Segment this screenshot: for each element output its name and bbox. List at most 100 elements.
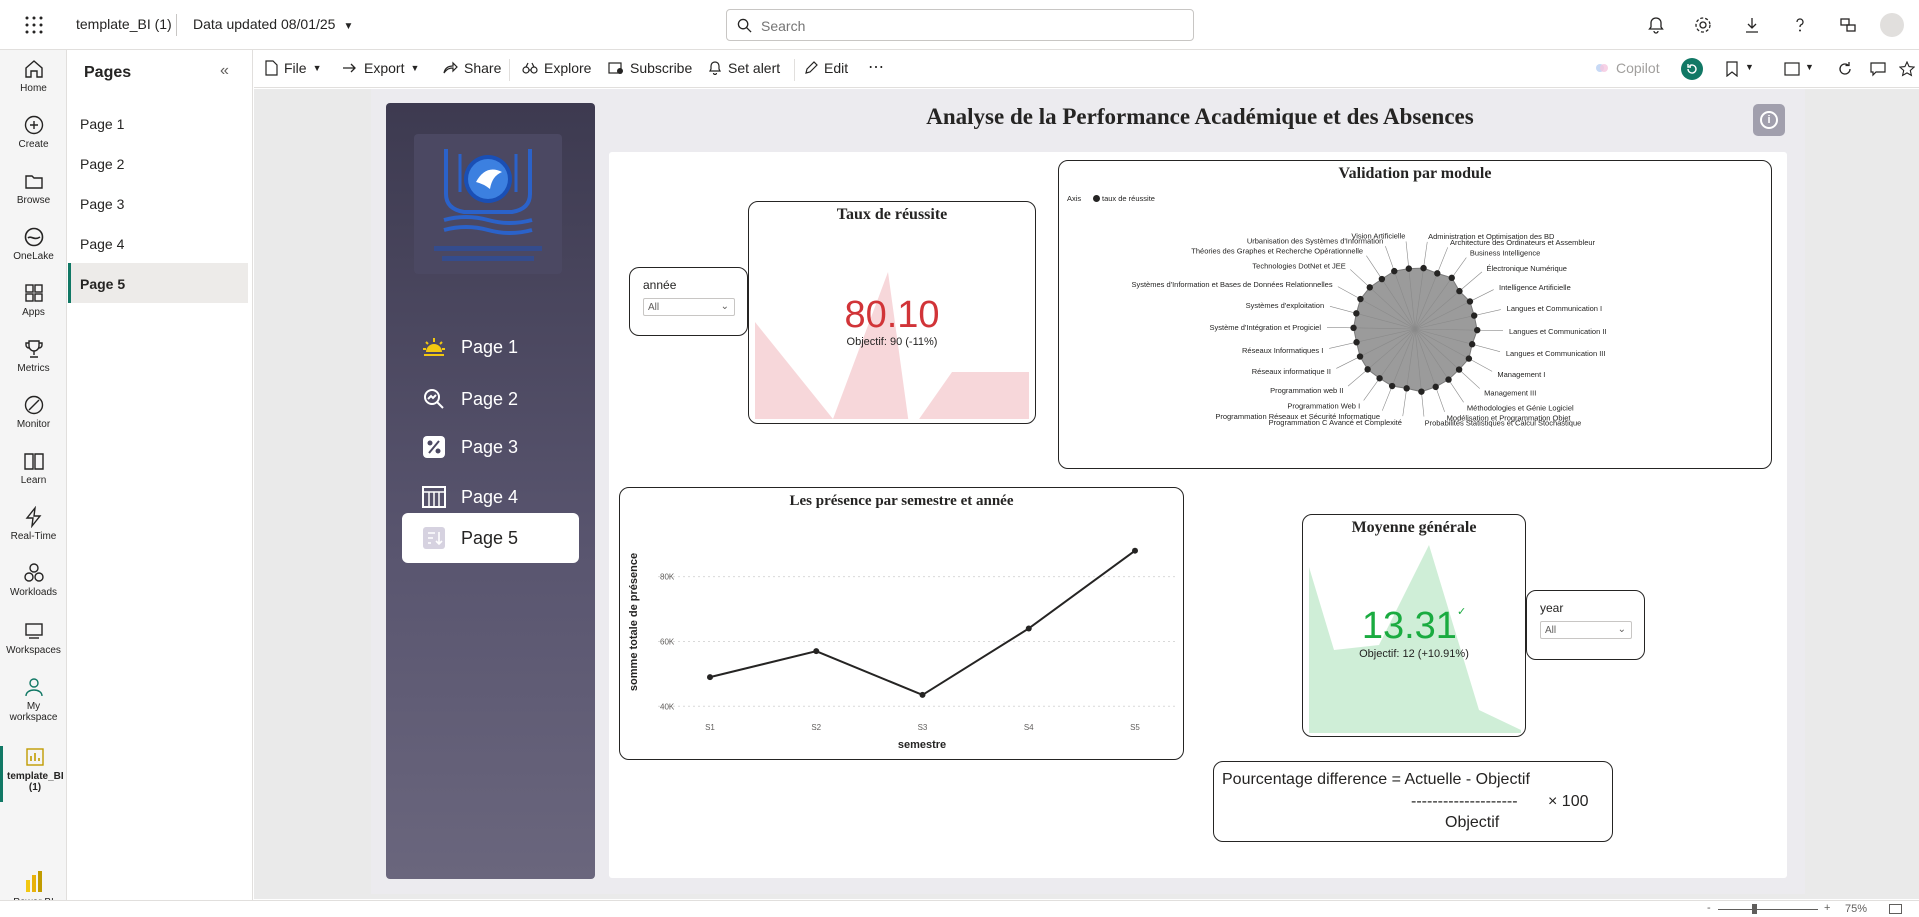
- radar-point[interactable]: [1366, 284, 1373, 291]
- radar-point[interactable]: [1350, 324, 1357, 332]
- nav-my-workspace[interactable]: My workspace: [0, 676, 67, 723]
- export-menu-button[interactable]: Export ▼: [342, 60, 419, 76]
- set-alert-button[interactable]: Set alert: [708, 60, 780, 76]
- nav-monitor[interactable]: Monitor: [0, 394, 67, 430]
- radar-point[interactable]: [1405, 265, 1413, 272]
- page-item-5[interactable]: Page 5: [68, 263, 248, 303]
- nav-template-bi[interactable]: template_BI (1): [0, 746, 67, 802]
- nav-button-page-5[interactable]: Page 5: [402, 513, 579, 563]
- zoom-level[interactable]: 75%: [1845, 903, 1867, 915]
- reset-icon[interactable]: [1837, 61, 1853, 77]
- user-avatar[interactable]: [1880, 13, 1904, 37]
- radar-point[interactable]: [1445, 376, 1452, 383]
- search-box[interactable]: [726, 9, 1194, 41]
- nav-apps[interactable]: Apps: [0, 282, 67, 318]
- radar-point[interactable]: [1403, 385, 1410, 392]
- workspace-title[interactable]: template_BI (1): [76, 16, 172, 32]
- radar-point[interactable]: [1465, 355, 1473, 362]
- radar-point[interactable]: [1357, 295, 1364, 303]
- radar-point[interactable]: [1466, 298, 1474, 305]
- search-input[interactable]: [761, 16, 1181, 36]
- kpi-moyenne-generale[interactable]: Moyenne générale 13.31✓ Objectif: 12 (+1…: [1302, 514, 1526, 737]
- radar-point[interactable]: [1418, 388, 1425, 395]
- radar-point[interactable]: [1420, 264, 1427, 272]
- radar-point[interactable]: [1470, 312, 1478, 319]
- page-item-4[interactable]: Page 4: [68, 223, 248, 263]
- chevron-down-icon[interactable]: ▼: [1745, 62, 1754, 72]
- collapse-pane-icon[interactable]: «: [220, 62, 229, 80]
- nav-button-page-2[interactable]: Page 2: [402, 374, 579, 424]
- data-point[interactable]: [1132, 547, 1138, 554]
- more-options-button[interactable]: ⋯: [868, 57, 884, 77]
- fit-to-page-icon[interactable]: [1889, 904, 1902, 914]
- favorite-star-icon[interactable]: [1899, 61, 1915, 77]
- notifications-icon[interactable]: [1646, 15, 1666, 35]
- radar-point[interactable]: [1376, 375, 1383, 382]
- subscribe-button[interactable]: Subscribe: [608, 60, 692, 76]
- share-button[interactable]: Share: [442, 60, 501, 76]
- powerbi-logo-icon: [25, 871, 42, 892]
- radar-point[interactable]: [1434, 270, 1441, 277]
- page-item-1[interactable]: Page 1: [68, 103, 248, 143]
- radar-category-label: Programmation Web I: [1287, 401, 1360, 410]
- nav-home[interactable]: Home: [0, 58, 67, 94]
- page-item-3[interactable]: Page 3: [68, 183, 248, 223]
- app-launcher-icon[interactable]: [24, 15, 44, 35]
- download-icon[interactable]: [1742, 15, 1762, 35]
- radar-point[interactable]: [1364, 366, 1371, 373]
- share-feedback-icon[interactable]: [1838, 15, 1858, 35]
- radar-category-label: Vision Artificielle: [1351, 231, 1405, 240]
- nav-workspaces[interactable]: Workspaces: [0, 620, 67, 656]
- data-point[interactable]: [707, 674, 713, 681]
- radar-point[interactable]: [1468, 341, 1476, 348]
- radar-point[interactable]: [1448, 274, 1455, 282]
- zoom-slider[interactable]: [1718, 909, 1818, 910]
- edit-button[interactable]: Edit: [804, 60, 848, 76]
- radar-point[interactable]: [1455, 366, 1463, 373]
- zoom-out-button[interactable]: -: [1707, 902, 1711, 914]
- explore-button[interactable]: Explore: [522, 60, 591, 76]
- view-icon[interactable]: [1784, 62, 1800, 76]
- page-item-2[interactable]: Page 2: [68, 143, 248, 183]
- zoom-slider-thumb[interactable]: [1752, 904, 1757, 914]
- nav-onelake[interactable]: OneLake: [0, 226, 67, 262]
- settings-icon[interactable]: [1693, 15, 1713, 35]
- zoom-in-button[interactable]: +: [1824, 902, 1830, 914]
- data-updated-dropdown[interactable]: Data updated 08/01/25 ▼: [193, 16, 353, 32]
- chevron-down-icon[interactable]: ▼: [1805, 62, 1814, 72]
- radar-point[interactable]: [1391, 267, 1398, 275]
- comment-icon[interactable]: [1870, 61, 1886, 77]
- slicer-year-dropdown[interactable]: All ⌄: [1540, 621, 1632, 639]
- radar-chart-card[interactable]: Validation par module Axis taux de réuss…: [1058, 160, 1772, 469]
- radar-point[interactable]: [1432, 383, 1439, 391]
- nav-metrics[interactable]: Metrics: [0, 338, 67, 374]
- nav-realtime[interactable]: Real-Time: [0, 506, 67, 542]
- help-icon[interactable]: [1790, 15, 1810, 35]
- data-point[interactable]: [919, 691, 926, 698]
- line-chart-card[interactable]: Les présence par semestre et année 40K 60…: [619, 487, 1184, 760]
- nav-workloads[interactable]: Workloads: [0, 562, 67, 598]
- radar-point[interactable]: [1474, 326, 1481, 334]
- radar-point[interactable]: [1356, 353, 1364, 360]
- nav-learn[interactable]: Learn: [0, 450, 67, 486]
- kpi-taux-reussite[interactable]: Taux de réussite 80.10 Objectif: 90 (-11…: [748, 201, 1036, 424]
- radar-point[interactable]: [1378, 275, 1386, 283]
- radar-point[interactable]: [1353, 339, 1360, 346]
- copilot-button[interactable]: Copilot: [1594, 60, 1660, 76]
- nav-create[interactable]: Create: [0, 114, 67, 150]
- file-menu-button[interactable]: File ▼: [264, 60, 321, 76]
- nav-button-page-3[interactable]: Page 3: [402, 422, 579, 472]
- nav-button-page-1[interactable]: Page 1: [402, 322, 579, 372]
- slicer-annee[interactable]: année All ⌄: [629, 267, 748, 336]
- radar-point[interactable]: [1388, 382, 1396, 390]
- refresh-visuals-icon[interactable]: [1681, 58, 1703, 80]
- slicer-year[interactable]: year All ⌄: [1526, 590, 1645, 660]
- radar-point[interactable]: [1353, 310, 1360, 317]
- data-point[interactable]: [1025, 625, 1032, 632]
- data-point[interactable]: [813, 648, 820, 655]
- nav-browse[interactable]: Browse: [0, 170, 67, 206]
- radar-point[interactable]: [1456, 287, 1463, 295]
- slicer-annee-dropdown[interactable]: All ⌄: [643, 298, 735, 316]
- info-button[interactable]: i: [1753, 104, 1785, 136]
- bookmark-icon[interactable]: [1726, 61, 1738, 77]
